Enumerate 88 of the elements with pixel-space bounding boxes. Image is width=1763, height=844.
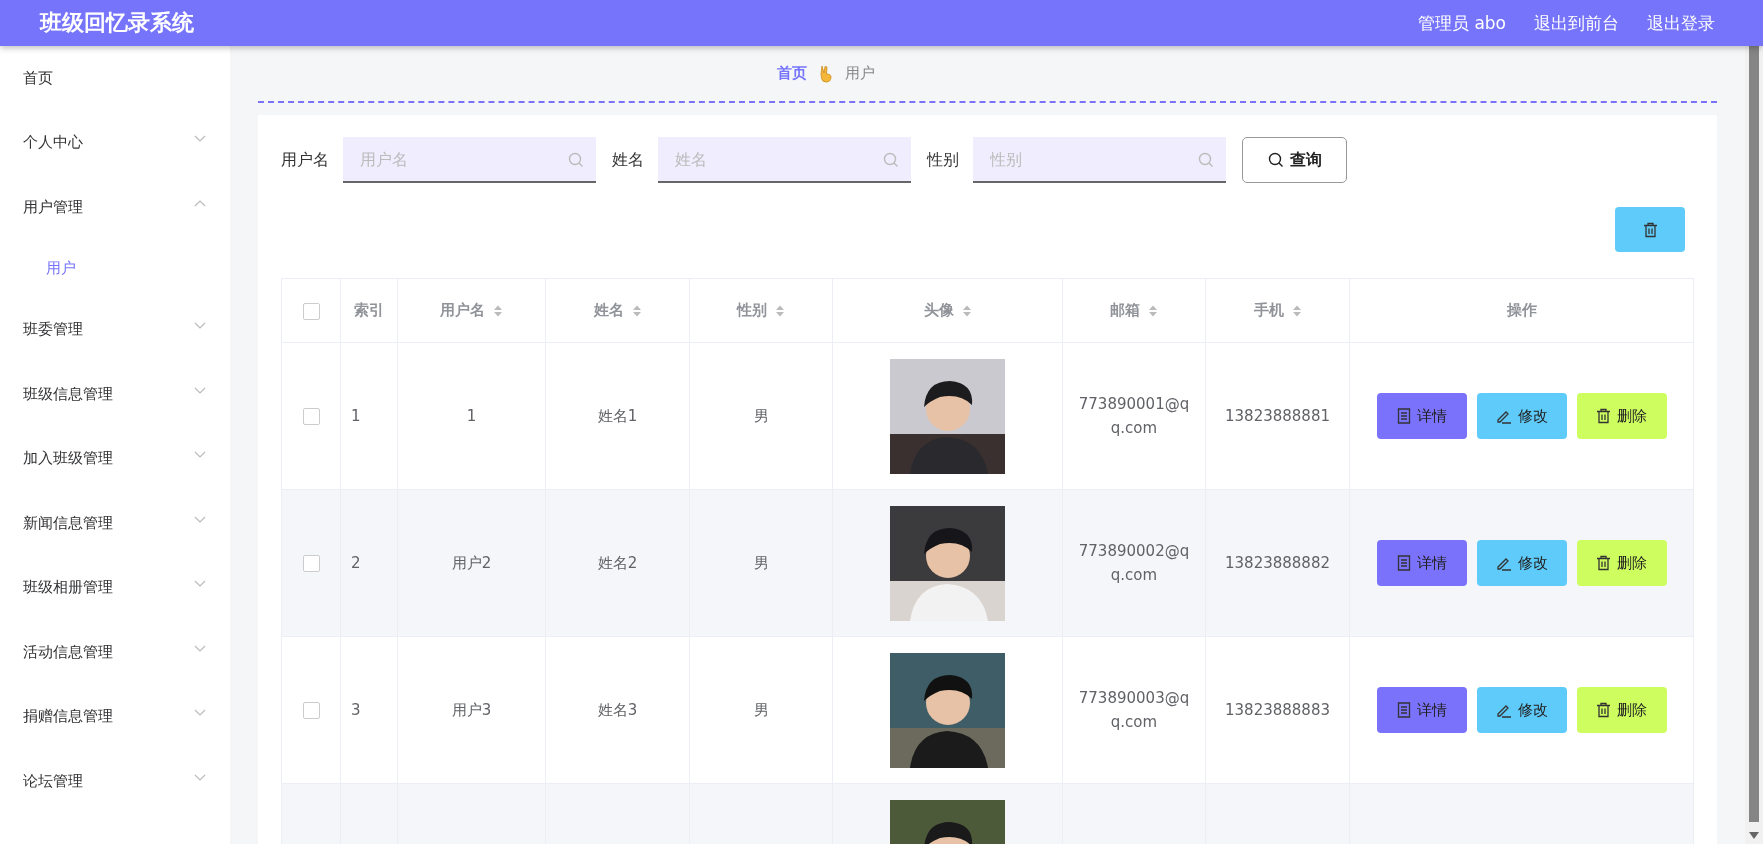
chevron-down-icon bbox=[194, 386, 206, 394]
chevron-down-icon bbox=[194, 515, 206, 523]
hand-icon bbox=[819, 64, 833, 83]
trash-icon bbox=[1596, 702, 1611, 718]
search-field[interactable]: 姓名 bbox=[658, 137, 911, 183]
detail-button[interactable]: 详情 bbox=[1376, 687, 1467, 733]
sort-icon[interactable] bbox=[961, 303, 972, 318]
chevron-down-icon bbox=[194, 580, 206, 588]
table-cell: 姓名2 bbox=[597, 553, 638, 572]
trash-icon bbox=[1596, 555, 1611, 571]
sidebar-item[interactable]: 首页 bbox=[0, 46, 230, 111]
sidebar-item[interactable]: 班级相册管理 bbox=[0, 555, 230, 620]
app-title: 班级回忆录系统 bbox=[40, 9, 194, 37]
document-icon bbox=[1396, 408, 1411, 424]
edit-button[interactable]: 修改 bbox=[1476, 687, 1567, 733]
table-cell: 3 bbox=[351, 701, 361, 719]
table-cell: 用户2 bbox=[451, 553, 492, 572]
scroll-down-icon[interactable] bbox=[1749, 832, 1759, 840]
table-cell: 1 bbox=[466, 407, 477, 425]
chevron-up-icon bbox=[194, 199, 206, 207]
sort-icon[interactable] bbox=[775, 303, 785, 318]
delete-button[interactable]: 删除 bbox=[1576, 393, 1667, 439]
table-cell-text: 773890001@qq.com bbox=[1077, 394, 1191, 439]
delete-button[interactable]: 删除 bbox=[1576, 687, 1667, 733]
search-icon bbox=[568, 152, 584, 168]
field-label: 用户名 bbox=[281, 149, 329, 171]
table-cell: 姓名3 bbox=[597, 700, 638, 719]
chevron-down-icon bbox=[194, 644, 206, 652]
table-cell: 1 bbox=[351, 407, 361, 425]
chevron-down-icon bbox=[194, 451, 206, 459]
sidebar-item[interactable]: 论坛管理 bbox=[0, 749, 230, 814]
search-field[interactable]: 性别 bbox=[973, 137, 1226, 183]
detail-button[interactable]: 详情 bbox=[1376, 393, 1467, 439]
search-button[interactable]: 查询 bbox=[1242, 137, 1347, 183]
header-link[interactable]: 管理员 abo bbox=[1418, 11, 1506, 35]
table-cell: 2 bbox=[351, 554, 361, 572]
checkbox[interactable] bbox=[302, 555, 320, 572]
table-cell: 13823888881 bbox=[1225, 407, 1330, 425]
sidebar-item[interactable]: 个人中心 bbox=[0, 110, 230, 175]
table-cell: 姓名1 bbox=[597, 406, 638, 425]
table-cell: 男 bbox=[753, 700, 769, 719]
checkbox[interactable] bbox=[302, 702, 320, 719]
sort-icon[interactable] bbox=[493, 303, 503, 318]
chevron-down-icon bbox=[194, 709, 206, 717]
table-cell: 13823888883 bbox=[1225, 701, 1330, 719]
sidebar-item[interactable]: 活动信息管理 bbox=[0, 620, 230, 685]
sidebar-item[interactable]: 新闻信息管理 bbox=[0, 491, 230, 556]
field-label: 姓名 bbox=[612, 149, 644, 171]
table-cell: 13823888882 bbox=[1225, 554, 1330, 572]
chevron-down-icon bbox=[194, 322, 206, 330]
scrollbar[interactable] bbox=[1745, 46, 1763, 844]
sidebar-subitem[interactable]: 用户 bbox=[0, 239, 230, 298]
sidebar-item[interactable]: 捐赠信息管理 bbox=[0, 684, 230, 749]
table-cell: 用户3 bbox=[451, 700, 492, 719]
delete-button[interactable]: 删除 bbox=[1576, 540, 1667, 586]
trash-icon bbox=[1596, 408, 1611, 424]
chevron-down-icon bbox=[194, 135, 206, 143]
delete-button[interactable] bbox=[1615, 207, 1685, 252]
document-icon bbox=[1396, 555, 1411, 571]
checkbox[interactable] bbox=[302, 408, 320, 425]
search-icon bbox=[1198, 152, 1214, 168]
sidebar-item[interactable]: 班委管理 bbox=[0, 297, 230, 362]
header-link[interactable]: 退出登录 bbox=[1647, 11, 1715, 35]
sidebar-item[interactable]: 班级信息管理 bbox=[0, 362, 230, 427]
chevron-down-icon bbox=[194, 773, 206, 781]
edit-button[interactable]: 修改 bbox=[1476, 540, 1567, 586]
table-cell: 男 bbox=[753, 553, 769, 572]
column-header: 操作 bbox=[1506, 301, 1537, 320]
sidebar-item[interactable]: 加入班级管理 bbox=[0, 426, 230, 491]
field-label: 性别 bbox=[927, 149, 959, 171]
header-link[interactable]: 退出到前台 bbox=[1534, 11, 1619, 35]
search-icon bbox=[1267, 152, 1284, 168]
table-cell: 男 bbox=[753, 406, 769, 425]
checkbox[interactable] bbox=[302, 302, 320, 320]
table-cell-text: 773890002@qq.com bbox=[1077, 541, 1191, 586]
sort-icon[interactable] bbox=[1148, 303, 1158, 318]
sort-icon[interactable] bbox=[1291, 303, 1302, 318]
breadcrumb-item: 用户 bbox=[845, 64, 875, 83]
detail-button[interactable]: 详情 bbox=[1376, 540, 1467, 586]
document-icon bbox=[1396, 702, 1411, 718]
search-icon bbox=[883, 152, 899, 168]
sort-icon[interactable] bbox=[631, 303, 642, 318]
edit-button[interactable]: 修改 bbox=[1476, 393, 1567, 439]
trash-icon bbox=[1642, 221, 1658, 238]
column-header: 索引 bbox=[354, 301, 384, 320]
sidebar-item[interactable]: 用户管理 bbox=[0, 175, 230, 240]
search-field[interactable]: 用户名 bbox=[343, 137, 596, 183]
table-cell-text: 773890003@qq.com bbox=[1077, 688, 1191, 733]
